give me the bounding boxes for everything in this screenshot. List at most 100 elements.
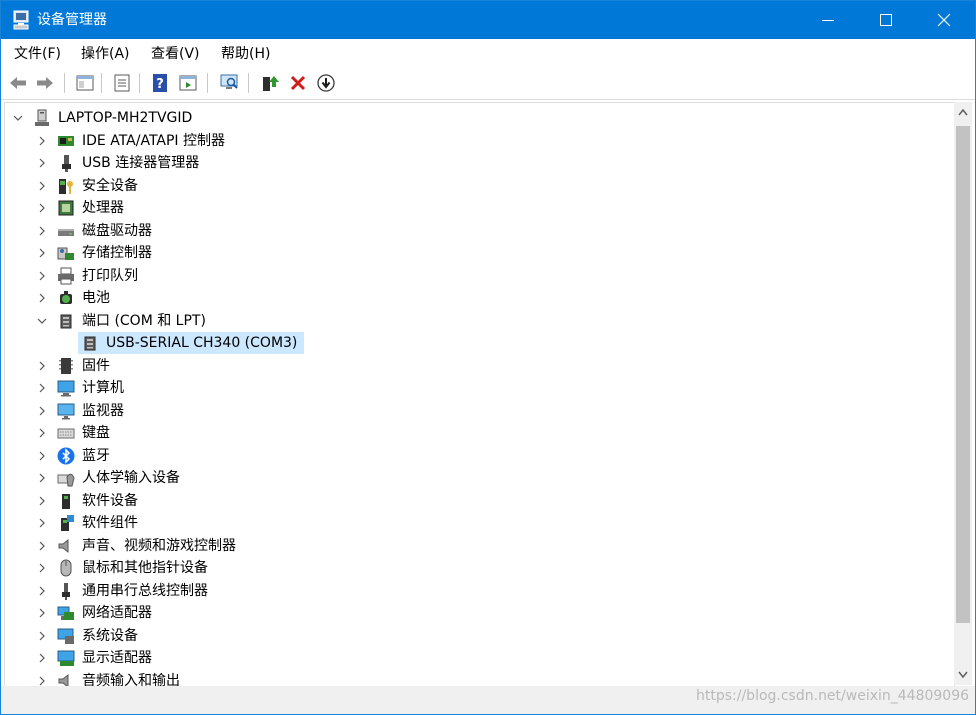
port-icon bbox=[57, 312, 75, 330]
toolbar-separator bbox=[139, 73, 140, 93]
minimize-button[interactable] bbox=[799, 1, 857, 39]
device-tree[interactable]: LAPTOP-MH2TVGID IDE ATA/ATAPI 控制器 USB 连接器管… bbox=[4, 102, 955, 687]
toolbar-separator bbox=[207, 73, 208, 93]
usb-connector-icon bbox=[57, 154, 75, 172]
expand-chevron-icon[interactable] bbox=[36, 359, 48, 373]
tree-category[interactable]: 人体学输入设备 bbox=[5, 467, 945, 489]
tree-category[interactable]: USB 连接器管理器 bbox=[5, 152, 945, 174]
tree-category[interactable]: 存储控制器 bbox=[5, 242, 945, 264]
forward-arrow-icon bbox=[37, 77, 53, 89]
expand-chevron-icon[interactable] bbox=[36, 404, 48, 418]
tree-category[interactable]: 磁盘驱动器 bbox=[5, 220, 945, 242]
scrollbar-thumb[interactable] bbox=[956, 126, 970, 623]
expand-chevron-icon[interactable] bbox=[36, 449, 48, 463]
expand-chevron-icon[interactable] bbox=[36, 629, 48, 643]
tree-item-label: USB 连接器管理器 bbox=[82, 155, 200, 171]
tree-category[interactable]: 系统设备 bbox=[5, 625, 945, 647]
properties-button[interactable] bbox=[110, 71, 134, 95]
show-hide-console-tree-icon bbox=[76, 75, 94, 91]
menu-help[interactable]: 帮助(H) bbox=[221, 45, 270, 63]
uninstall-device-button[interactable] bbox=[286, 71, 310, 95]
tree-category[interactable]: 网络适配器 bbox=[5, 602, 945, 624]
title-bar[interactable]: 设备管理器 bbox=[1, 1, 975, 39]
tree-category[interactable]: 电池 bbox=[5, 287, 945, 309]
scroll-down-arrow-icon[interactable] bbox=[958, 671, 968, 679]
tree-root[interactable]: LAPTOP-MH2TVGID bbox=[5, 107, 945, 129]
expand-chevron-icon[interactable] bbox=[36, 381, 48, 395]
toolbar-separator bbox=[64, 73, 65, 93]
expand-chevron-icon[interactable] bbox=[36, 584, 48, 598]
software-device-icon bbox=[57, 492, 75, 510]
menu-file[interactable]: 文件(F) bbox=[14, 45, 61, 63]
tree-category[interactable]: 鼠标和其他指针设备 bbox=[5, 557, 945, 579]
expand-chevron-icon[interactable] bbox=[36, 471, 48, 485]
back-button[interactable] bbox=[6, 71, 30, 95]
scan-hardware-icon bbox=[220, 74, 238, 89]
forward-button[interactable] bbox=[33, 71, 57, 95]
collapse-chevron-icon[interactable] bbox=[12, 111, 24, 125]
expand-chevron-icon[interactable] bbox=[36, 291, 48, 305]
help-button[interactable]: ? bbox=[148, 71, 172, 95]
disable-device-button[interactable] bbox=[314, 71, 338, 95]
tree-item-label: 软件组件 bbox=[82, 515, 138, 531]
tree-category[interactable]: 键盘 bbox=[5, 422, 945, 444]
expand-chevron-icon[interactable] bbox=[36, 674, 48, 687]
expand-chevron-icon[interactable] bbox=[36, 201, 48, 215]
tree-category[interactable]: 安全设备 bbox=[5, 175, 945, 197]
tree-item-label: 处理器 bbox=[82, 200, 124, 216]
uninstall-device-icon bbox=[290, 75, 306, 91]
tree-item-label: 声音、视频和游戏控制器 bbox=[82, 537, 236, 554]
update-driver-icon bbox=[263, 76, 279, 91]
scroll-up-arrow-icon[interactable] bbox=[958, 108, 968, 116]
expand-chevron-icon[interactable] bbox=[36, 246, 48, 260]
menu-view[interactable]: 查看(V) bbox=[151, 45, 200, 63]
tree-category[interactable]: 通用串行总线控制器 bbox=[5, 580, 945, 602]
vertical-scrollbar[interactable] bbox=[954, 102, 972, 685]
scan-hardware-button[interactable] bbox=[217, 71, 241, 95]
disable-device-icon bbox=[317, 74, 335, 92]
collapse-chevron-icon[interactable] bbox=[36, 314, 48, 328]
show-hide-console-tree-button[interactable] bbox=[73, 71, 97, 95]
maximize-icon bbox=[880, 14, 892, 26]
tree-category[interactable]: 声音、视频和游戏控制器 bbox=[5, 535, 945, 557]
tree-category[interactable]: 固件 bbox=[5, 355, 945, 377]
expand-chevron-icon[interactable] bbox=[36, 269, 48, 283]
tree-category[interactable]: 蓝牙 bbox=[5, 445, 945, 467]
expand-chevron-icon[interactable] bbox=[36, 561, 48, 575]
expand-chevron-icon[interactable] bbox=[36, 606, 48, 620]
mouse-icon bbox=[57, 559, 75, 577]
device-manager-app-icon bbox=[12, 10, 30, 30]
maximize-button[interactable] bbox=[857, 1, 915, 39]
expand-chevron-icon[interactable] bbox=[36, 516, 48, 530]
tree-category[interactable]: 处理器 bbox=[5, 197, 945, 219]
tree-device[interactable]: USB-SERIAL CH340 (COM3) bbox=[5, 332, 945, 354]
expand-chevron-icon[interactable] bbox=[36, 156, 48, 170]
minimize-icon bbox=[822, 20, 834, 21]
close-button[interactable] bbox=[915, 1, 973, 39]
expand-chevron-icon[interactable] bbox=[36, 134, 48, 148]
tree-item-label: 端口 (COM 和 LPT) bbox=[82, 312, 206, 329]
expand-chevron-icon[interactable] bbox=[36, 539, 48, 553]
tree-category[interactable]: 端口 (COM 和 LPT) bbox=[5, 310, 945, 332]
tree-category[interactable]: 软件设备 bbox=[5, 490, 945, 512]
bluetooth-icon bbox=[57, 447, 75, 465]
tree-item-label: 软件设备 bbox=[82, 492, 138, 509]
tree-item-label: IDE ATA/ATAPI 控制器 bbox=[82, 132, 226, 149]
tree-category[interactable]: IDE ATA/ATAPI 控制器 bbox=[5, 130, 945, 152]
tree-category[interactable]: 监视器 bbox=[5, 400, 945, 422]
tree-item-label: 系统设备 bbox=[82, 627, 138, 644]
action-pane-button[interactable] bbox=[176, 71, 200, 95]
expand-chevron-icon[interactable] bbox=[36, 494, 48, 508]
menu-action[interactable]: 操作(A) bbox=[81, 45, 130, 63]
expand-chevron-icon[interactable] bbox=[36, 179, 48, 193]
expand-chevron-icon[interactable] bbox=[36, 651, 48, 665]
update-driver-button[interactable] bbox=[257, 71, 281, 95]
tree-category[interactable]: 计算机 bbox=[5, 377, 945, 399]
tree-category[interactable]: 打印队列 bbox=[5, 265, 945, 287]
tree-category[interactable]: 音频输入和输出 bbox=[5, 670, 945, 687]
expand-chevron-icon[interactable] bbox=[36, 224, 48, 238]
tree-category[interactable]: 软件组件 bbox=[5, 512, 945, 534]
tree-item-label: USB-SERIAL CH340 (COM3) bbox=[106, 335, 298, 351]
expand-chevron-icon[interactable] bbox=[36, 426, 48, 440]
tree-category[interactable]: 显示适配器 bbox=[5, 647, 945, 669]
